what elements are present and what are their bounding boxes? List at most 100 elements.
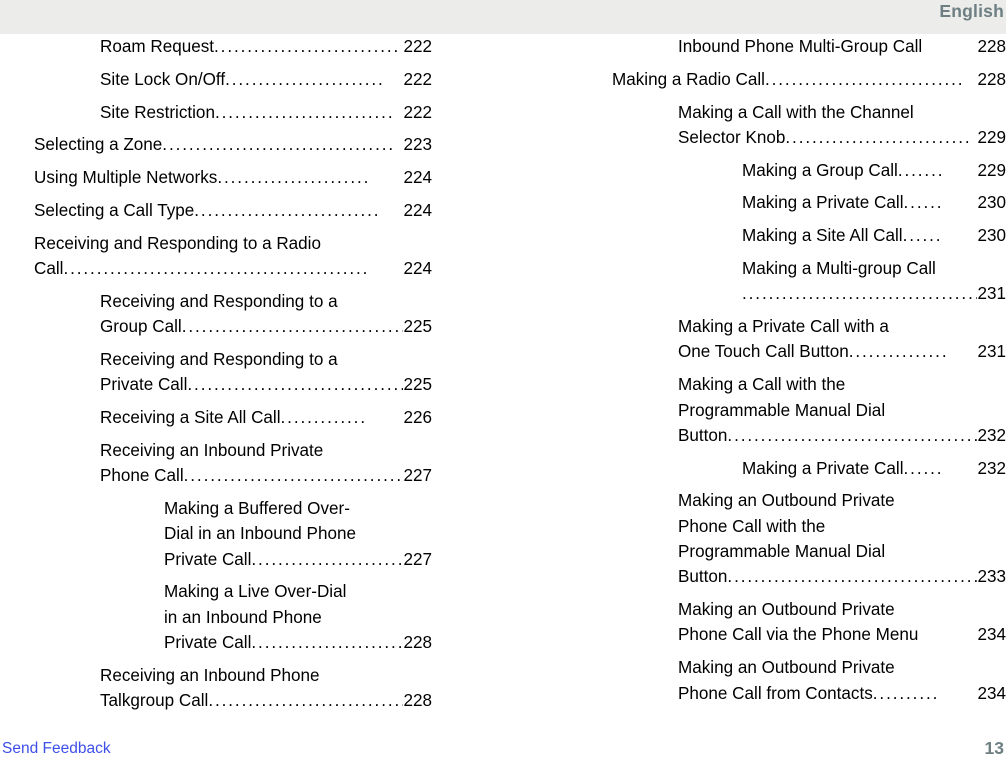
toc-entry-last-line: Making a Group Call....... 229	[742, 158, 1006, 183]
toc-entry-last-line: Phone Call via the Phone Menu 234	[678, 622, 1006, 647]
toc-entry-title: Phone Call via the Phone Menu	[678, 625, 919, 645]
toc-entry-line: Phone Call with the	[678, 516, 826, 536]
toc-entry[interactable]: Making a Private Call with a One Touch Ca…	[678, 314, 1006, 365]
toc-leader-dots: ..............................	[208, 691, 404, 711]
toc-entry-last-line: Private Call....................... 228	[164, 630, 432, 655]
toc-entry-title: Private Call	[100, 375, 188, 395]
toc-entry[interactable]: Making a Radio Call.....................…	[612, 67, 1006, 92]
toc-leader-dots: ............................	[785, 127, 972, 147]
toc-entry-last-line: Private Call............................…	[100, 372, 432, 397]
toc-page-number: 222	[403, 37, 432, 56]
toc-entry-last-line: Site Lock On/Off........................…	[100, 67, 432, 92]
toc-entry-line: Making an Outbound Private	[678, 491, 895, 511]
toc-entry-line: Programmable Manual Dial	[678, 400, 886, 420]
toc-entry-title: Private Call	[164, 549, 252, 569]
toc-entry[interactable]: Making a Private Call...... 232	[742, 456, 1006, 481]
toc-entry[interactable]: Receiving an Inbound Private Phone Call..…	[100, 438, 432, 489]
toc-page-number: 228	[977, 37, 1006, 56]
toc-entry-title: Group Call	[100, 317, 182, 337]
toc-entry-title: Phone Call from Contacts	[678, 683, 873, 703]
toc-page-number: 231	[977, 284, 1006, 304]
toc-entry[interactable]: Using Multiple Networks.................…	[34, 165, 432, 190]
toc-leader-dots: ......	[903, 458, 944, 478]
toc-entry[interactable]: Making a Site All Call...... 230	[742, 223, 1006, 248]
toc-entry-last-line: Button..................................…	[678, 564, 1006, 589]
toc-entry-last-line: Talkgroup Call..........................…	[100, 688, 432, 713]
toc-entry-title: Making a Group Call	[742, 160, 898, 180]
toc-page-number: 224	[403, 168, 432, 188]
toc-entry[interactable]: Site Restriction........................…	[100, 100, 432, 125]
toc-entry[interactable]: Receiving an Inbound Phone Talkgroup Call…	[100, 663, 432, 714]
toc-entry[interactable]: Receiving and Responding to a Private Cal…	[100, 347, 432, 398]
toc-entry-last-line: One Touch Call Button............... 231	[678, 339, 1006, 364]
toc-entry-title: Private Call	[164, 632, 252, 652]
toc-page-number: 228	[977, 69, 1006, 89]
toc-leader-dots: ...........................	[214, 102, 395, 122]
toc-page-number: 222	[403, 102, 432, 122]
toc-entry-title: Inbound Phone Multi-Group Call	[678, 37, 923, 56]
toc-entry[interactable]: Inbound Phone Multi-Group Call 228	[678, 34, 1006, 59]
toc-entry[interactable]: Selecting a Call Type...................…	[34, 198, 432, 223]
toc-entry[interactable]: Making a Group Call....... 229	[742, 158, 1006, 183]
toc-leader-dots: .............	[280, 408, 367, 428]
toc-page-number: 234	[977, 683, 1006, 703]
toc-entry-line: Making a Buffered Over-	[164, 498, 350, 518]
toc-entry-title: Making a Private Call	[742, 193, 904, 213]
toc-entry[interactable]: Receiving a Site All Call............. 22…	[100, 405, 432, 430]
toc-entry[interactable]: Selecting a Zone........................…	[34, 132, 432, 157]
send-feedback-link[interactable]: Send Feedback	[2, 740, 111, 758]
toc-page-number: 228	[403, 632, 432, 652]
toc-entry-line: Making a Private Call with a	[678, 317, 889, 337]
toc-leader-dots: .......................	[217, 168, 371, 188]
toc-entry[interactable]: Making a Multi-group Call...............…	[742, 256, 1006, 307]
toc-entry[interactable]: Making a Live Over-Dial in an Inbound Pho…	[164, 579, 432, 655]
toc-page-number: 224	[403, 259, 432, 279]
toc-entry-title: Site Lock On/Off	[100, 69, 226, 89]
toc-entry[interactable]: Making an Outbound Private Phone Call wit…	[678, 488, 1006, 589]
toc-entry-title: Selecting a Zone	[34, 135, 163, 155]
toc-entry-last-line: Private Call....................... 227	[164, 547, 432, 572]
toc-entry-title: Making a Site All Call	[742, 226, 903, 246]
toc-entry[interactable]: Making a Call with the Channel Selector K…	[678, 100, 1006, 151]
toc-entry-last-line: Selecting a Call Type...................…	[34, 198, 432, 223]
toc-page-number: 224	[403, 200, 432, 220]
toc-entry-line: Receiving and Responding to a	[100, 291, 338, 311]
toc-entry[interactable]: Receiving and Responding to a Radio Call.…	[34, 231, 432, 282]
toc-column-right: Inbound Phone Multi-Group Call 228 Making…	[612, 34, 1006, 713]
toc-entry[interactable]: Receiving and Responding to a Group Call.…	[100, 289, 432, 340]
toc-entry-title: Making a Private Call	[742, 458, 904, 478]
toc-page-number: 230	[977, 226, 1006, 246]
toc-entry-last-line: Phone Call..............................…	[100, 463, 432, 488]
toc-leader-dots: ......	[903, 193, 944, 213]
toc-entry[interactable]: Making an Outbound Private Phone Call via…	[678, 597, 1006, 648]
table-of-contents: Roam Request............................…	[0, 34, 1006, 718]
toc-leader-dots: ........................................…	[742, 284, 977, 304]
toc-entry-line: Programmable Manual Dial	[678, 542, 886, 562]
toc-entry-title: Selector Knob	[678, 127, 786, 147]
toc-page-number: 222	[403, 69, 432, 89]
toc-entry-line: Receiving and Responding to a	[100, 349, 338, 369]
toc-entry[interactable]: Making a Private Call...... 230	[742, 190, 1006, 215]
toc-entry-last-line: Making a Radio Call.....................…	[612, 67, 1006, 92]
toc-leader-dots: ........................................…	[63, 259, 370, 279]
toc-entry-last-line: Group Call..............................…	[100, 314, 432, 339]
toc-page-number: 225	[403, 375, 432, 395]
toc-entry-title: Phone Call	[100, 466, 184, 486]
toc-entry-last-line: Call....................................…	[34, 256, 432, 281]
toc-page-number: 223	[403, 135, 432, 155]
toc-entry-title: Roam Request	[100, 37, 215, 56]
toc-page-number: 229	[977, 160, 1006, 180]
toc-entry[interactable]: Roam Request............................…	[100, 34, 432, 59]
toc-leader-dots: ...............	[848, 342, 949, 362]
toc-entry-line: Receiving an Inbound Private	[100, 440, 324, 460]
toc-entry-line: Making a Multi-group Call	[742, 259, 936, 279]
toc-leader-dots: ..............................	[764, 69, 965, 89]
toc-entry-last-line: Phone Call from Contacts.......... 234	[678, 681, 1006, 706]
toc-entry[interactable]: Making an Outbound Private Phone Call fro…	[678, 655, 1006, 706]
toc-entry[interactable]: Making a Call with the Programmable Manua…	[678, 372, 1006, 448]
toc-leader-dots: ...................................	[181, 317, 404, 337]
toc-entry[interactable]: Site Lock On/Off........................…	[100, 67, 432, 92]
toc-entry[interactable]: Making a Buffered Over- Dial in an Inboun…	[164, 496, 432, 572]
toc-leader-dots: .......................	[251, 632, 404, 652]
toc-page-number: 234	[977, 625, 1006, 645]
